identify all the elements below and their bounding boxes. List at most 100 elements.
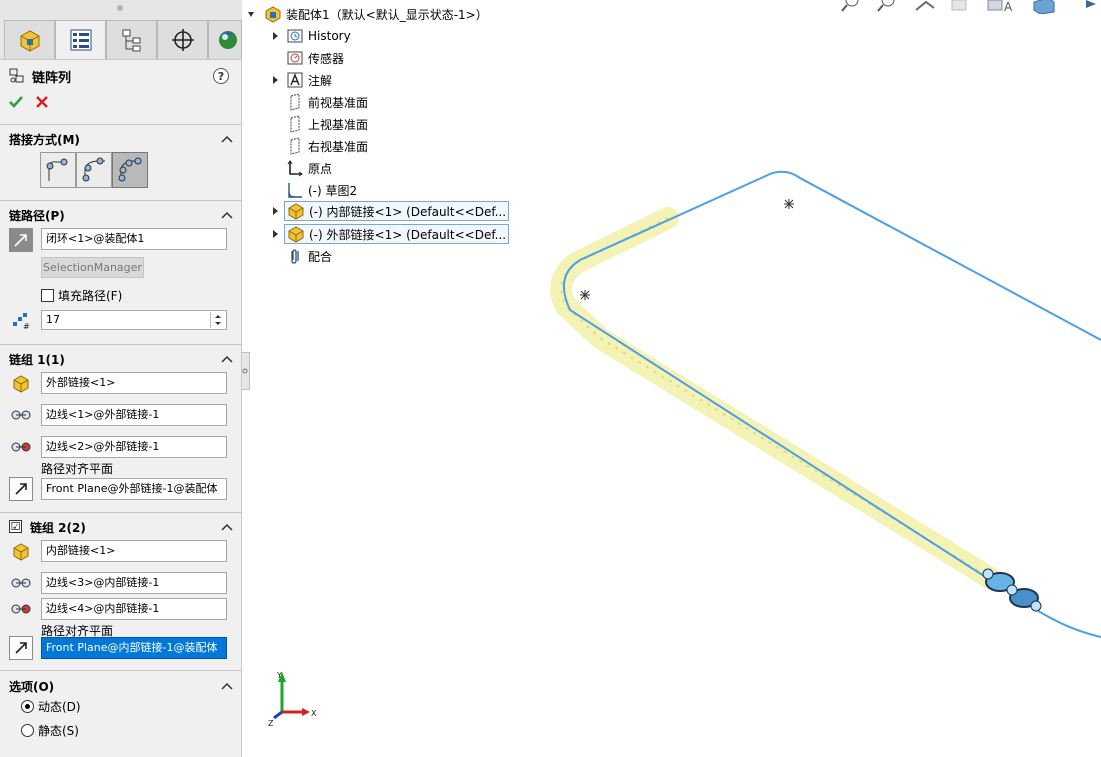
instance-count-icon: # [9,310,33,332]
edge-pin-red-icon [11,442,31,452]
tree-item-label: 上视基准面 [308,117,369,132]
divider [0,200,242,201]
tree-item-sensors[interactable]: 传感器 [286,48,344,68]
section-title-chain-group-2[interactable]: 链组 2(2) [30,519,86,536]
dynamic-radio[interactable] [21,700,34,713]
chevron-right-icon[interactable] [271,31,279,41]
chain-linkage-2-icon [118,157,142,182]
group1-edge1-field[interactable]: 边线<1>@外部链接-1 [41,404,227,426]
divider [0,344,242,345]
group2-edge1-field[interactable]: 边线<3>@内部链接-1 [41,572,227,594]
panel-grip[interactable] [117,5,123,11]
chevron-right-icon[interactable] [271,206,279,216]
tree-item-label: 配合 [308,249,333,264]
tree-item-sketch2[interactable]: (-) 草图2 [286,180,357,200]
fill-path-checkbox[interactable] [41,289,54,302]
spinner-arrows[interactable] [210,312,224,328]
tree-item-label: 前视基准面 [308,95,369,110]
section-title-chain-group-1[interactable]: 链组 1(1) [9,351,65,368]
tab-dimxpert-manager[interactable] [157,20,208,59]
group2-edge2-field[interactable]: 边线<4>@内部链接-1 [41,598,227,620]
tree-item-outer-link[interactable]: (-) 外部链接<1> (Default<<Def... [284,224,510,244]
chevron-up-icon[interactable] [220,681,234,691]
help-icon[interactable]: ? [213,68,229,84]
graphics-area[interactable] [514,0,1101,757]
edge-icon [9,404,33,426]
sketch-icon [286,181,304,199]
tree-root[interactable]: 装配体1（默认<默认_显示状态-1>） [264,4,488,24]
tab-property-manager[interactable] [55,20,106,59]
section-title-chain-path[interactable]: 链路径(P) [9,207,65,224]
chevron-up-icon[interactable] [220,210,234,220]
edge-icon [9,436,33,458]
dynamic-label: 动态(D) [38,700,81,714]
panel-splitter[interactable] [242,352,250,390]
chain-group-2-checkbox[interactable]: ☑ [9,520,22,533]
part-icon [9,372,33,394]
connection-linkage-2-button[interactable] [112,152,148,188]
tree-item-origin[interactable]: 原点 [286,158,332,178]
group1-plane-label: 路径对齐平面 [41,462,114,476]
chain-instances-glow[interactable] [550,207,1001,589]
group1-plane-field[interactable]: Front Plane@外部链接-1@装配体 [41,478,227,500]
group1-plane-button[interactable] [9,477,33,501]
tree-item-mates[interactable]: 配合 [286,246,332,266]
property-manager-icon [70,29,91,51]
group1-edge2-field[interactable]: 边线<2>@外部链接-1 [41,436,227,458]
chain-instances-detail [560,217,991,579]
fill-path-label: 填充路径(F) [58,289,123,303]
connection-distance-button[interactable] [40,152,76,188]
connection-linkage-button[interactable] [76,152,112,188]
part-cube-icon [287,202,305,220]
tree-item-label: 注解 [308,73,333,88]
assembly-icon [264,5,282,23]
tree-item-top-plane[interactable]: 上视基准面 [286,114,368,134]
tree-item-right-plane[interactable]: 右视基准面 [286,136,368,156]
path-selection-button[interactable] [9,228,33,252]
tree-item-history[interactable]: History [286,26,351,46]
group2-plane-button[interactable] [9,636,33,660]
section-title-connection[interactable]: 搭接方式(M) [9,131,80,148]
tree-item-inner-link[interactable]: (-) 内部链接<1> (Default<<Def... [284,201,510,221]
chain-distance-icon [46,158,68,181]
group2-plane-field[interactable]: Front Plane@内部链接-1@装配体 [41,637,227,659]
chain-linkage-icon [82,157,105,182]
tab-feature-manager[interactable] [4,20,55,59]
group2-part-field[interactable]: 内部链接<1> [41,540,227,562]
axis-x-label: X [311,709,317,718]
static-radio[interactable] [21,724,34,737]
chevron-up-icon[interactable] [220,522,234,532]
chain-path-field[interactable]: 闭环<1>@装配体1 [41,228,227,250]
tree-item-label: (-) 外部链接<1> (Default<<Def... [309,227,507,242]
chevron-right-icon[interactable] [271,75,279,85]
chevron-right-icon[interactable] [271,229,279,239]
chevron-down-icon[interactable] [247,9,255,19]
tab-configuration-manager[interactable] [106,20,157,59]
pm-title: 链阵列 [32,70,72,86]
instance-count-value: 17 [46,313,60,326]
history-icon [286,27,304,45]
configuration-manager-icon [122,29,140,52]
part-cube-icon [13,375,29,393]
ok-check-icon[interactable] [8,94,24,110]
tab-display-manager[interactable] [208,20,242,59]
feature-tree: 装配体1（默认<默认_显示状态-1>） History 传感器 注解 前视基准面… [244,0,514,270]
tree-item-annotations[interactable]: 注解 [286,70,332,90]
selection-manager-button[interactable]: SelectionManager [41,257,144,278]
part-icon [9,540,33,562]
tree-item-front-plane[interactable]: 前视基准面 [286,92,368,112]
group1-part-field[interactable]: 外部链接<1> [41,372,227,394]
section-title-options[interactable]: 选项(O) [9,678,54,695]
count-grid-icon: # [13,313,30,330]
chain-link-component[interactable] [982,568,1042,612]
instance-count-spinner[interactable]: 17 [41,310,227,330]
feature-manager-icon [20,30,39,52]
tree-item-label: (-) 内部链接<1> (Default<<Def... [309,204,507,219]
tree-item-label: (-) 草图2 [308,183,358,198]
crosshair-icon [171,29,194,51]
divider [0,512,242,513]
tree-item-label: 右视基准面 [308,139,369,154]
chevron-up-icon[interactable] [220,354,234,364]
chevron-up-icon[interactable] [220,134,234,144]
cancel-x-icon[interactable] [34,94,50,110]
